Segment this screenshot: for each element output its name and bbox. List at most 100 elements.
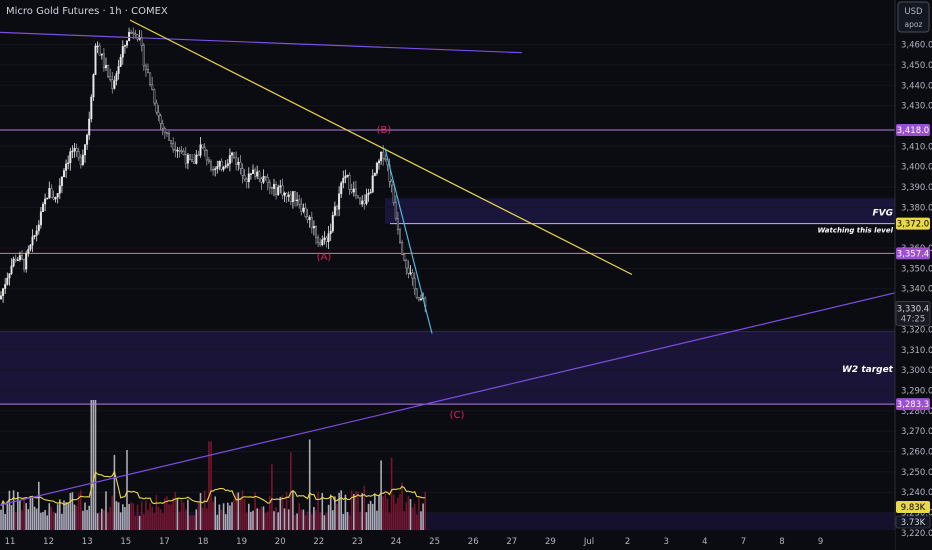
volume-bar (201, 507, 204, 530)
candle-body (209, 161, 212, 170)
candle-body (413, 277, 416, 290)
volume-bar (174, 491, 177, 530)
candle-body (350, 189, 353, 193)
candle-body (180, 150, 183, 153)
candle-body (44, 198, 47, 205)
candle-body (197, 154, 200, 157)
volume-bar (38, 481, 40, 530)
volume-bar (399, 494, 401, 530)
candle-body (46, 197, 49, 200)
candle-body (294, 191, 297, 201)
volume-bar (292, 490, 294, 530)
volume-bar (96, 513, 99, 530)
candle-body (123, 45, 126, 47)
volume-bar (42, 511, 44, 530)
volume-bar (2, 500, 4, 530)
volume-bar (294, 515, 296, 530)
volume-bar (115, 501, 118, 530)
candle-body (338, 193, 341, 210)
candle-body (249, 173, 252, 175)
fvg-label: FVG (872, 208, 893, 218)
candle-body (170, 140, 173, 144)
candle-body (86, 134, 89, 145)
volume-bar (67, 503, 69, 530)
x-tick-label: 19 (236, 537, 247, 547)
volume-bar (143, 514, 145, 530)
scale-mode-label: apoz (905, 20, 923, 29)
volume-bar (48, 503, 51, 530)
volume-bar (149, 503, 151, 530)
candle-body (29, 244, 32, 250)
volume-bar (340, 490, 342, 530)
candle-body (233, 152, 236, 159)
x-tick-label: 26 (468, 537, 479, 547)
volume-bar (130, 502, 132, 530)
candle-body (357, 195, 360, 199)
volume-bar (327, 504, 330, 530)
candle-body (63, 170, 66, 178)
volume-bar (191, 515, 193, 530)
candle-body (205, 150, 208, 161)
x-tick-label: 24 (391, 537, 402, 547)
y-tick-label: 3,290.0 (901, 386, 932, 396)
volume-bar (302, 509, 305, 530)
candle-body (144, 65, 147, 70)
candle-body (216, 166, 219, 169)
candle-body (18, 255, 21, 261)
candle-body (262, 176, 265, 183)
y-tick-label: 3,250.0 (901, 468, 932, 478)
price-tag-2: 3,357.4 (897, 249, 929, 259)
volume-bar (23, 498, 25, 530)
candle-body (174, 149, 177, 151)
candle-body (361, 200, 364, 205)
candle-body (6, 277, 9, 285)
volume-bar (239, 497, 242, 530)
volume-bar (371, 503, 374, 530)
candle-body (289, 194, 292, 202)
candle-body (273, 184, 276, 189)
candle-body (136, 34, 139, 40)
candle-body (415, 288, 418, 298)
volume-bar (361, 493, 363, 530)
candle-body (245, 178, 248, 183)
volume-bar (220, 509, 223, 530)
candle-body (155, 102, 158, 113)
volume-bar (325, 512, 328, 530)
candle-body (411, 272, 414, 279)
candle-body (107, 65, 110, 77)
volume-bar (365, 512, 368, 530)
volume-bar (323, 515, 326, 530)
price-chart[interactable]: FVG Watching this level W2 target (A) (B) (C)… (0, 0, 932, 550)
candle-body (94, 45, 97, 75)
x-tick-label: 27 (506, 537, 517, 547)
volume-bar (189, 515, 191, 530)
volume-bar (178, 511, 181, 530)
y-tick-label: 3,460.0 (901, 41, 932, 51)
volume-bar (392, 494, 395, 530)
candle-body (153, 89, 156, 104)
volume-bar (287, 509, 290, 530)
candle-body (218, 161, 221, 167)
candle-body (35, 230, 38, 236)
volume-bar (208, 441, 210, 530)
volume-bar (353, 494, 355, 530)
volume-bar (248, 503, 250, 530)
candle-body (212, 168, 215, 171)
volume-bar (0, 509, 2, 530)
candle-body (65, 163, 68, 171)
volume-zone (0, 512, 895, 530)
candle-body (277, 186, 280, 195)
candle-body (167, 132, 170, 141)
watching-label: Watching this level (818, 227, 894, 235)
y-tick-label: 3,300.0 (901, 366, 932, 376)
volume-bar (71, 492, 74, 530)
currency-box[interactable]: USD apoz (897, 1, 930, 33)
volume-bar (140, 501, 143, 530)
volume-bar (300, 509, 303, 530)
time-axis-panel[interactable] (0, 530, 895, 550)
y-tick-label: 3,410.0 (901, 142, 932, 152)
volume-bar (264, 513, 267, 530)
w2-target-zone (0, 331, 895, 405)
candle-body (140, 37, 143, 46)
volume-bar (378, 494, 380, 530)
